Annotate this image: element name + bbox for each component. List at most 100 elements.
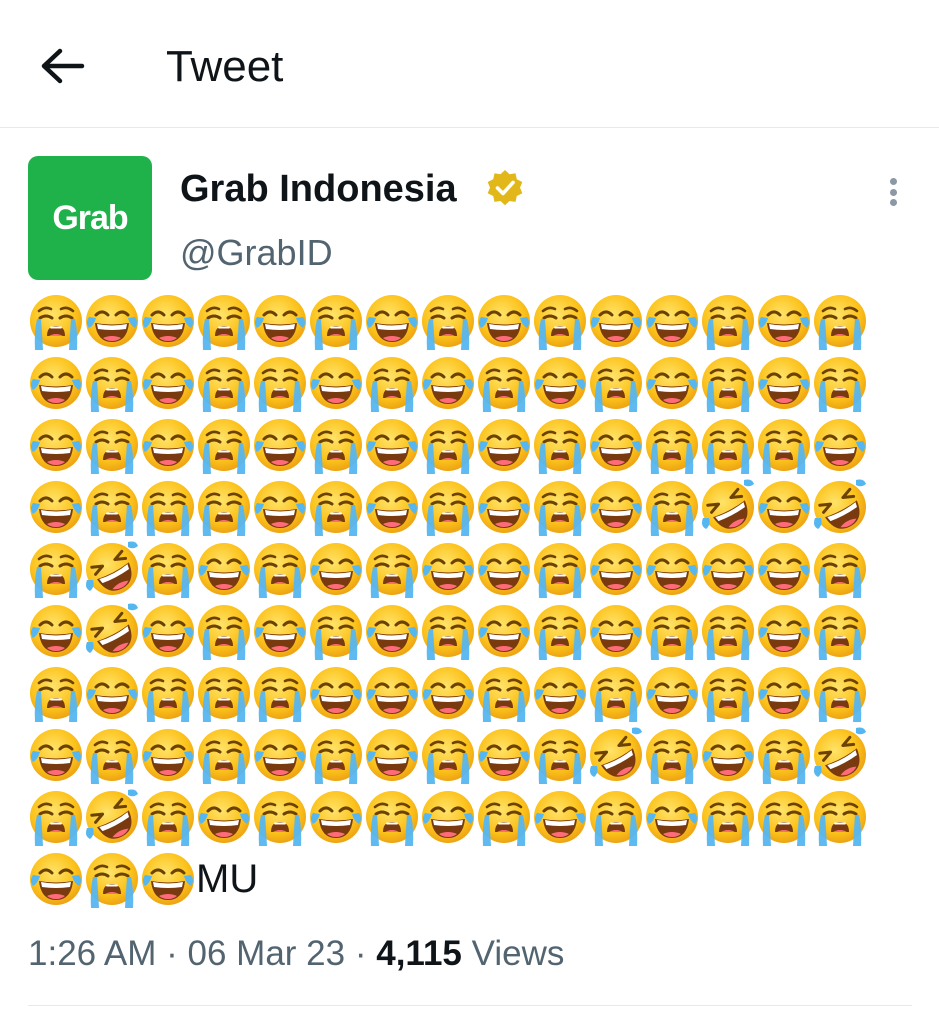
loudly-crying-face-emoji: [84, 848, 140, 910]
loudly-crying-face-emoji: [196, 290, 252, 352]
loudly-crying-face-emoji: [812, 662, 868, 724]
loudly-crying-face-emoji: [252, 786, 308, 848]
face-with-tears-of-joy-emoji: [476, 476, 532, 538]
face-with-tears-of-joy-emoji: [588, 414, 644, 476]
face-with-tears-of-joy-emoji: [756, 290, 812, 352]
face-with-tears-of-joy-emoji: [756, 476, 812, 538]
arrow-left-icon: [41, 48, 85, 84]
more-options-button[interactable]: [878, 172, 908, 212]
loudly-crying-face-emoji: [308, 600, 364, 662]
face-with-tears-of-joy-emoji: [252, 600, 308, 662]
loudly-crying-face-emoji: [140, 538, 196, 600]
loudly-crying-face-emoji: [308, 724, 364, 786]
emoji-row: [28, 290, 908, 352]
tweet-date[interactable]: 06 Mar 23: [188, 934, 346, 973]
meta-separator: ·: [345, 934, 377, 973]
top-bar: Tweet: [0, 0, 939, 128]
emoji-row: [28, 538, 908, 600]
loudly-crying-face-emoji: [28, 786, 84, 848]
loudly-crying-face-emoji: [28, 290, 84, 352]
author-handle[interactable]: @GrabID: [180, 230, 333, 276]
loudly-crying-face-emoji: [196, 414, 252, 476]
author-name[interactable]: Grab Indonesia: [180, 166, 457, 212]
emoji-row: [28, 786, 908, 848]
rolling-on-the-floor-laughing-emoji: [700, 476, 756, 538]
views-count[interactable]: 4,115: [376, 934, 462, 973]
face-with-tears-of-joy-emoji: [308, 786, 364, 848]
face-with-tears-of-joy-emoji: [364, 414, 420, 476]
loudly-crying-face-emoji: [812, 290, 868, 352]
face-with-tears-of-joy-emoji: [28, 352, 84, 414]
face-with-tears-of-joy-emoji: [644, 662, 700, 724]
loudly-crying-face-emoji: [812, 786, 868, 848]
face-with-tears-of-joy-emoji: [308, 538, 364, 600]
tweet-trailing-text: MU: [196, 857, 259, 901]
loudly-crying-face-emoji: [420, 476, 476, 538]
divider: [28, 1005, 912, 1006]
face-with-tears-of-joy-emoji: [28, 414, 84, 476]
face-with-tears-of-joy-emoji: [252, 724, 308, 786]
loudly-crying-face-emoji: [756, 724, 812, 786]
rolling-on-the-floor-laughing-emoji: [84, 786, 140, 848]
loudly-crying-face-emoji: [308, 290, 364, 352]
back-button[interactable]: [38, 44, 90, 88]
face-with-tears-of-joy-emoji: [644, 352, 700, 414]
face-with-tears-of-joy-emoji: [140, 848, 196, 910]
loudly-crying-face-emoji: [756, 786, 812, 848]
loudly-crying-face-emoji: [588, 352, 644, 414]
loudly-crying-face-emoji: [252, 352, 308, 414]
face-with-tears-of-joy-emoji: [420, 352, 476, 414]
loudly-crying-face-emoji: [588, 786, 644, 848]
emoji-row: [28, 414, 908, 476]
face-with-tears-of-joy-emoji: [532, 352, 588, 414]
rolling-on-the-floor-laughing-emoji: [812, 724, 868, 786]
emoji-row: MU: [28, 848, 908, 910]
face-with-tears-of-joy-emoji: [644, 538, 700, 600]
face-with-tears-of-joy-emoji: [756, 352, 812, 414]
loudly-crying-face-emoji: [84, 414, 140, 476]
loudly-crying-face-emoji: [644, 724, 700, 786]
loudly-crying-face-emoji: [700, 352, 756, 414]
loudly-crying-face-emoji: [364, 352, 420, 414]
face-with-tears-of-joy-emoji: [28, 724, 84, 786]
face-with-tears-of-joy-emoji: [420, 538, 476, 600]
loudly-crying-face-emoji: [140, 662, 196, 724]
face-with-tears-of-joy-emoji: [588, 290, 644, 352]
loudly-crying-face-emoji: [308, 476, 364, 538]
loudly-crying-face-emoji: [700, 290, 756, 352]
face-with-tears-of-joy-emoji: [756, 538, 812, 600]
loudly-crying-face-emoji: [644, 600, 700, 662]
emoji-row: [28, 476, 908, 538]
more-vertical-icon: [889, 178, 897, 185]
loudly-crying-face-emoji: [140, 476, 196, 538]
avatar[interactable]: Grab: [28, 156, 152, 280]
meta-separator: ·: [156, 934, 188, 973]
loudly-crying-face-emoji: [28, 538, 84, 600]
loudly-crying-face-emoji: [196, 662, 252, 724]
tweet-meta: 1:26 AM · 06 Mar 23 · 4,115 Views: [28, 930, 564, 978]
loudly-crying-face-emoji: [532, 476, 588, 538]
tweet-text: MU: [28, 290, 908, 910]
loudly-crying-face-emoji: [140, 786, 196, 848]
face-with-tears-of-joy-emoji: [252, 290, 308, 352]
face-with-tears-of-joy-emoji: [644, 290, 700, 352]
page-title: Tweet: [166, 42, 284, 91]
emoji-row: [28, 724, 908, 786]
face-with-tears-of-joy-emoji: [476, 414, 532, 476]
grab-logo: Grab: [52, 198, 128, 237]
face-with-tears-of-joy-emoji: [308, 662, 364, 724]
loudly-crying-face-emoji: [420, 414, 476, 476]
rolling-on-the-floor-laughing-emoji: [84, 600, 140, 662]
loudly-crying-face-emoji: [28, 662, 84, 724]
loudly-crying-face-emoji: [532, 538, 588, 600]
emoji-row: [28, 662, 908, 724]
loudly-crying-face-emoji: [476, 662, 532, 724]
loudly-crying-face-emoji: [812, 538, 868, 600]
loudly-crying-face-emoji: [532, 600, 588, 662]
face-with-tears-of-joy-emoji: [476, 538, 532, 600]
face-with-tears-of-joy-emoji: [140, 724, 196, 786]
emoji-row: [28, 352, 908, 414]
face-with-tears-of-joy-emoji: [308, 352, 364, 414]
face-with-tears-of-joy-emoji: [28, 848, 84, 910]
tweet-time[interactable]: 1:26 AM: [28, 934, 156, 973]
